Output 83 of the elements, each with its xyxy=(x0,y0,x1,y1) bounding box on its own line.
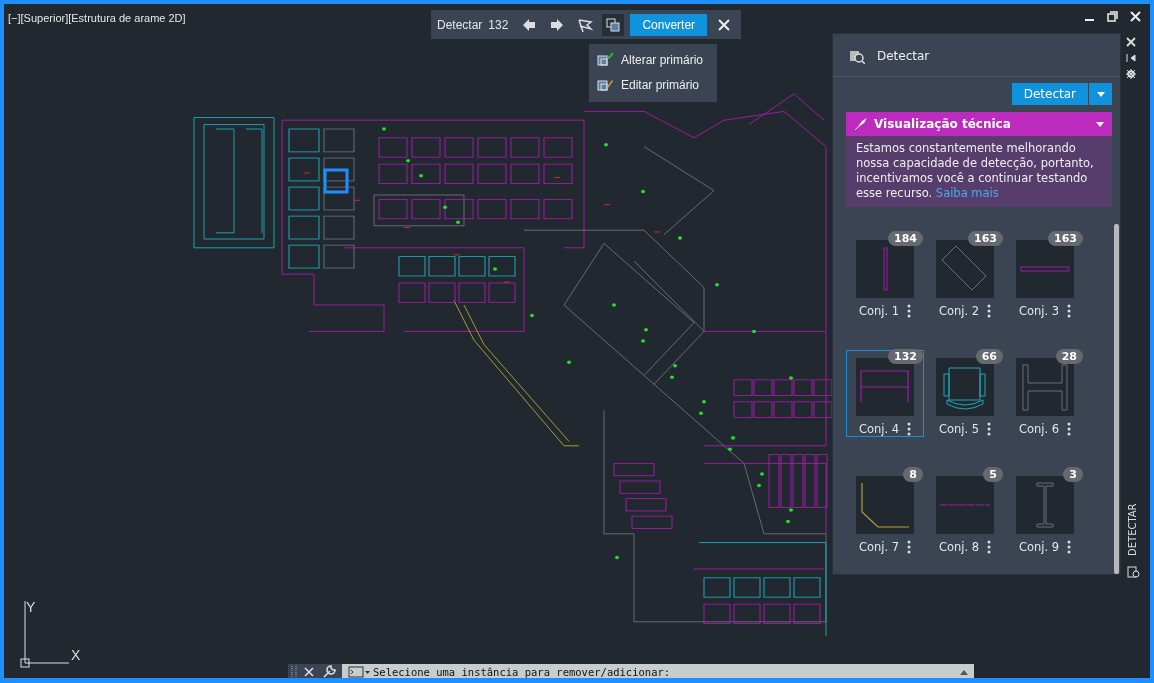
set-label: Conj. 4 xyxy=(858,422,900,436)
wrench-icon[interactable] xyxy=(322,665,336,678)
grip-icon[interactable] xyxy=(291,665,297,678)
count-badge: 28 xyxy=(1055,349,1083,364)
menu-item[interactable]: Editar primário xyxy=(589,73,718,98)
caret-icon[interactable] xyxy=(1096,121,1104,127)
set-thumbnail xyxy=(1016,240,1074,298)
menu-item[interactable]: Alterar primário xyxy=(589,48,718,73)
count-badge: 184 xyxy=(888,231,923,246)
detected-set-tile[interactable]: 163 Conj. 2 xyxy=(926,232,1004,319)
scrollbar[interactable] xyxy=(1114,224,1119,574)
rocket-icon xyxy=(854,117,868,131)
learn-more-link[interactable]: Saiba mais xyxy=(935,186,999,200)
count-badge: 3 xyxy=(1063,467,1083,482)
close-icon[interactable] xyxy=(302,665,316,678)
pin-icon[interactable] xyxy=(1126,53,1136,63)
panel-title: Detectar xyxy=(877,49,930,63)
command-prompt-icon[interactable] xyxy=(348,666,370,678)
banner-header[interactable]: Visualização técnica xyxy=(846,112,1112,136)
count-badge: 5 xyxy=(983,467,1003,482)
set-label: Conj. 6 xyxy=(1018,422,1060,436)
set-label: Conj. 9 xyxy=(1018,540,1060,554)
search-icon[interactable] xyxy=(1127,565,1141,579)
command-field[interactable]: Selecione uma instância para remover/adicionar: xyxy=(342,664,974,678)
detected-set-tile[interactable]: 3 Conj. 9 xyxy=(1006,468,1084,555)
more-options-icon[interactable] xyxy=(1067,304,1072,318)
caret-icon xyxy=(1096,91,1105,97)
close-icon[interactable] xyxy=(716,16,733,33)
set-thumbnail xyxy=(936,240,994,298)
settings-icon[interactable] xyxy=(1126,69,1136,79)
count-badge: 66 xyxy=(975,349,1003,364)
detected-set-tile[interactable]: 132 Conj. 4 xyxy=(846,350,924,437)
more-options-icon[interactable] xyxy=(907,304,912,318)
viewport-label[interactable]: [−][Superior][Estrutura de arame 2D] xyxy=(8,12,186,24)
right-arrow-icon[interactable] xyxy=(549,16,566,33)
banner-text: Estamos constantemente melhorando nossa capacidade de detecção, portanto, incentivamos você a continuar testando esse recurso. Saiba mais xyxy=(846,136,1112,207)
set-thumbnail xyxy=(1016,476,1074,534)
overlapping-squares-icon[interactable] xyxy=(605,16,622,33)
count-badge: 132 xyxy=(888,349,923,364)
set-thumbnail xyxy=(1016,358,1074,416)
set-thumbnail xyxy=(856,358,914,416)
search-icon xyxy=(849,48,865,64)
count-badge: 163 xyxy=(1048,231,1083,246)
side-tab[interactable]: DETECTAR xyxy=(1127,504,1141,556)
close-icon[interactable] xyxy=(1129,10,1142,23)
banner-title: Visualização técnica xyxy=(874,117,1012,131)
detected-set-tile[interactable]: 163 Conj. 3 xyxy=(1006,232,1084,319)
close-icon[interactable] xyxy=(1126,37,1136,47)
dropdown-button[interactable] xyxy=(1089,83,1112,105)
restore-icon[interactable] xyxy=(1106,10,1119,23)
count-badge: 8 xyxy=(903,467,923,482)
detected-set-tile[interactable]: 66 Conj. 5 xyxy=(926,350,1004,437)
set-thumbnail xyxy=(856,476,914,534)
set-label: Conj. 2 xyxy=(938,304,980,318)
axis-label: Y xyxy=(26,599,36,615)
more-options-icon[interactable] xyxy=(987,422,992,436)
detected-set-tile[interactable]: 184 Conj. 1 xyxy=(846,232,924,319)
set-label: Conj. 8 xyxy=(938,540,980,554)
caret-icon[interactable] xyxy=(960,669,968,675)
more-options-icon[interactable] xyxy=(1067,540,1072,554)
set-label: Conj. 5 xyxy=(938,422,980,436)
edit-icon xyxy=(597,77,613,93)
check-icon xyxy=(597,52,613,68)
set-label: Conj. 1 xyxy=(858,304,900,318)
set-label: Conj. 7 xyxy=(858,540,900,554)
toolbar-title: Detectar xyxy=(437,17,483,32)
detected-set-tile[interactable]: 8 Conj. 7 xyxy=(846,468,924,555)
instance-count: 132 xyxy=(488,17,509,32)
detected-set-tile[interactable]: 28 Conj. 6 xyxy=(1006,350,1084,437)
more-options-icon[interactable] xyxy=(907,540,912,554)
detected-set-tile[interactable]: 5 Conj. 8 xyxy=(926,468,1004,555)
set-label: Conj. 3 xyxy=(1018,304,1060,318)
count-badge: 163 xyxy=(968,231,1003,246)
more-options-icon[interactable] xyxy=(907,422,912,436)
more-options-icon[interactable] xyxy=(987,304,992,318)
set-thumbnail xyxy=(856,240,914,298)
more-options-icon[interactable] xyxy=(1067,422,1072,436)
set-thumbnail xyxy=(936,476,994,534)
more-options-icon[interactable] xyxy=(987,540,992,554)
set-thumbnail xyxy=(936,358,994,416)
selection-marker xyxy=(323,168,349,194)
flag-icon[interactable] xyxy=(577,16,594,33)
axis-label: X xyxy=(71,647,81,663)
